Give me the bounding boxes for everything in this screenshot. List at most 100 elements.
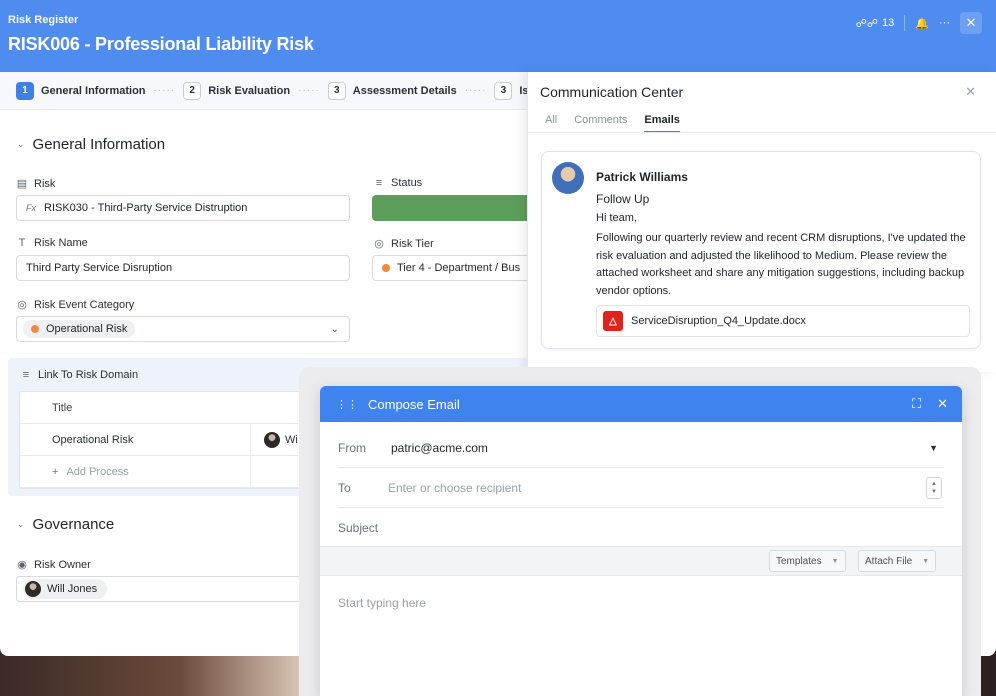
step-connector: ·····	[464, 85, 487, 96]
category-chip: Operational Risk	[23, 320, 136, 338]
communication-center: Communication Center ✕ All Comments Emai…	[527, 72, 996, 372]
column-divider	[250, 424, 251, 487]
attachment[interactable]: △ ServiceDisruption_Q4_Update.docx	[596, 305, 970, 337]
add-process-label: Add Process	[66, 465, 129, 478]
risk-field[interactable]: Fx RISK030 - Third-Party Service Distrup…	[16, 195, 350, 221]
label-text: Risk Owner	[34, 558, 91, 571]
section-governance[interactable]: ⌄ Governance	[17, 516, 114, 533]
step-number: 2	[183, 81, 202, 100]
email-card[interactable]: Patrick Williams Follow Up Hi team, Foll…	[541, 151, 981, 349]
risk-value: RISK030 - Third-Party Service Distruptio…	[44, 202, 248, 214]
templates-label: Templates	[776, 555, 822, 567]
tab-comments[interactable]: Comments	[574, 114, 627, 133]
section-title: General Information	[32, 136, 166, 153]
add-process-button[interactable]: + Add Process	[20, 456, 318, 488]
close-icon[interactable]: ✕	[960, 12, 982, 34]
email-subject: Follow Up	[596, 192, 650, 206]
watchers-button[interactable]: ☍☍ 13	[856, 17, 895, 30]
risk-owner-label: ◉ Risk Owner	[16, 558, 91, 572]
chevron-down-icon: ▼	[831, 557, 839, 565]
status-label: ≡ Status	[373, 177, 422, 189]
table-row[interactable]: Operational Risk Wi	[20, 424, 318, 456]
email-body-editor[interactable]: Start typing here	[338, 596, 426, 610]
from-label: From	[338, 440, 366, 455]
from-value: patric@acme.com	[391, 440, 488, 455]
step-connector: ·····	[153, 85, 176, 96]
avatar	[264, 431, 280, 448]
event-category-select[interactable]: Operational Risk ⌄	[16, 316, 350, 342]
sender-name: Patrick Williams	[596, 170, 688, 184]
step-label: General Information	[41, 84, 146, 97]
link-icon: ≡	[22, 369, 30, 381]
section-title: Governance	[32, 516, 115, 533]
table-header: Title	[20, 392, 318, 424]
step-issues[interactable]: 3 Is	[494, 81, 529, 100]
close-icon[interactable]: ✕	[965, 84, 976, 100]
section-general-information[interactable]: ⌄ General Information	[17, 136, 165, 153]
category-value: Operational Risk	[46, 323, 128, 335]
to-field[interactable]: To Enter or choose recipient ▲ ▼	[338, 468, 944, 508]
user-circle-icon: ◉	[17, 559, 27, 571]
subject-label[interactable]: Subject	[338, 521, 388, 535]
step-connector: ·····	[298, 85, 320, 96]
attach-label: Attach File	[865, 555, 913, 567]
step-number: 3	[327, 81, 346, 100]
pdf-icon: △	[603, 311, 623, 331]
risk-tier-select[interactable]: Tier 4 - Department / Bus	[372, 255, 532, 281]
page-title: RISK006 - Professional Liability Risk	[8, 34, 314, 54]
chevron-down-icon: ⌄	[330, 323, 339, 335]
recipient-stepper[interactable]: ▲ ▼	[926, 476, 942, 499]
caret-icon: ⌄	[17, 519, 25, 529]
caret-icon: ⌄	[17, 139, 25, 149]
target-icon: ◎	[17, 299, 27, 311]
step-general-information[interactable]: 1 General Information	[16, 81, 146, 100]
email-greeting: Hi team,	[596, 212, 637, 224]
target-icon: ◎	[374, 238, 384, 250]
subject-field[interactable]: Subject	[338, 508, 944, 548]
lines-icon: ≡	[375, 177, 383, 189]
more-icon[interactable]: ···	[939, 17, 950, 29]
grip-icon[interactable]: ⋮⋮	[336, 398, 358, 411]
compose-title: Compose Email	[368, 396, 460, 412]
label-text: Risk	[34, 177, 56, 190]
to-input[interactable]: Enter or choose recipient	[388, 481, 521, 495]
chevron-down-icon[interactable]: ▼	[929, 443, 938, 453]
compose-actions: ⛶ ✕	[912, 396, 948, 412]
attach-file-button[interactable]: Attach File ▼	[858, 550, 937, 572]
tier-dot	[382, 264, 390, 272]
from-field[interactable]: From patric@acme.com ▼	[338, 428, 944, 468]
header-actions: ☍☍ 13 🔔 ··· ✕	[856, 12, 982, 34]
step-risk-evaluation[interactable]: 2 Risk Evaluation	[183, 81, 291, 100]
compose-toolbar: Templates ▼ Attach File ▼	[320, 546, 962, 576]
chevron-down-icon: ▼	[922, 557, 930, 565]
list-icon: ▤	[16, 178, 28, 190]
risk-domain-table: Title Operational Risk Wi + Add Process	[19, 391, 319, 489]
avatar	[25, 581, 41, 597]
tab-emails[interactable]: Emails	[644, 114, 680, 133]
templates-button[interactable]: Templates ▼	[769, 550, 846, 572]
breadcrumb[interactable]: Risk Register	[8, 14, 988, 26]
divider	[904, 15, 906, 31]
step-label: Risk Evaluation	[208, 84, 291, 97]
step-assessment-details[interactable]: 3 Assessment Details	[327, 81, 457, 100]
page-header: Risk Register RISK006 - Professional Lia…	[0, 0, 996, 72]
owner-chip: Will Jones	[23, 579, 108, 599]
comm-tabs: All Comments Emails	[545, 114, 680, 133]
close-icon[interactable]: ✕	[937, 396, 948, 412]
row-title: Operational Risk	[52, 433, 134, 446]
bell-icon[interactable]: 🔔	[915, 17, 929, 30]
tab-all[interactable]: All	[545, 114, 557, 133]
risk-name-label: T Risk Name	[16, 237, 88, 249]
risk-name-input[interactable]: Third Party Service Disruption	[16, 255, 350, 281]
label-text: Risk Tier	[391, 237, 434, 250]
status-bar[interactable]	[372, 195, 532, 221]
risk-tier-value: Tier 4 - Department / Bus	[397, 262, 521, 274]
risk-owner-field[interactable]: Will Jones	[16, 576, 316, 602]
label-text: Link To Risk Domain	[38, 369, 139, 381]
email-body: Following our quarterly review and recen…	[596, 232, 966, 297]
compose-email-window: ⋮⋮ Compose Email ⛶ ✕ From patric@acme.co…	[320, 386, 962, 696]
label-text: Risk Event Category	[34, 298, 135, 311]
step-label: Assessment Details	[352, 84, 457, 97]
compose-header[interactable]: ⋮⋮ Compose Email ⛶ ✕	[320, 386, 962, 422]
expand-icon[interactable]: ⛶	[912, 396, 921, 412]
